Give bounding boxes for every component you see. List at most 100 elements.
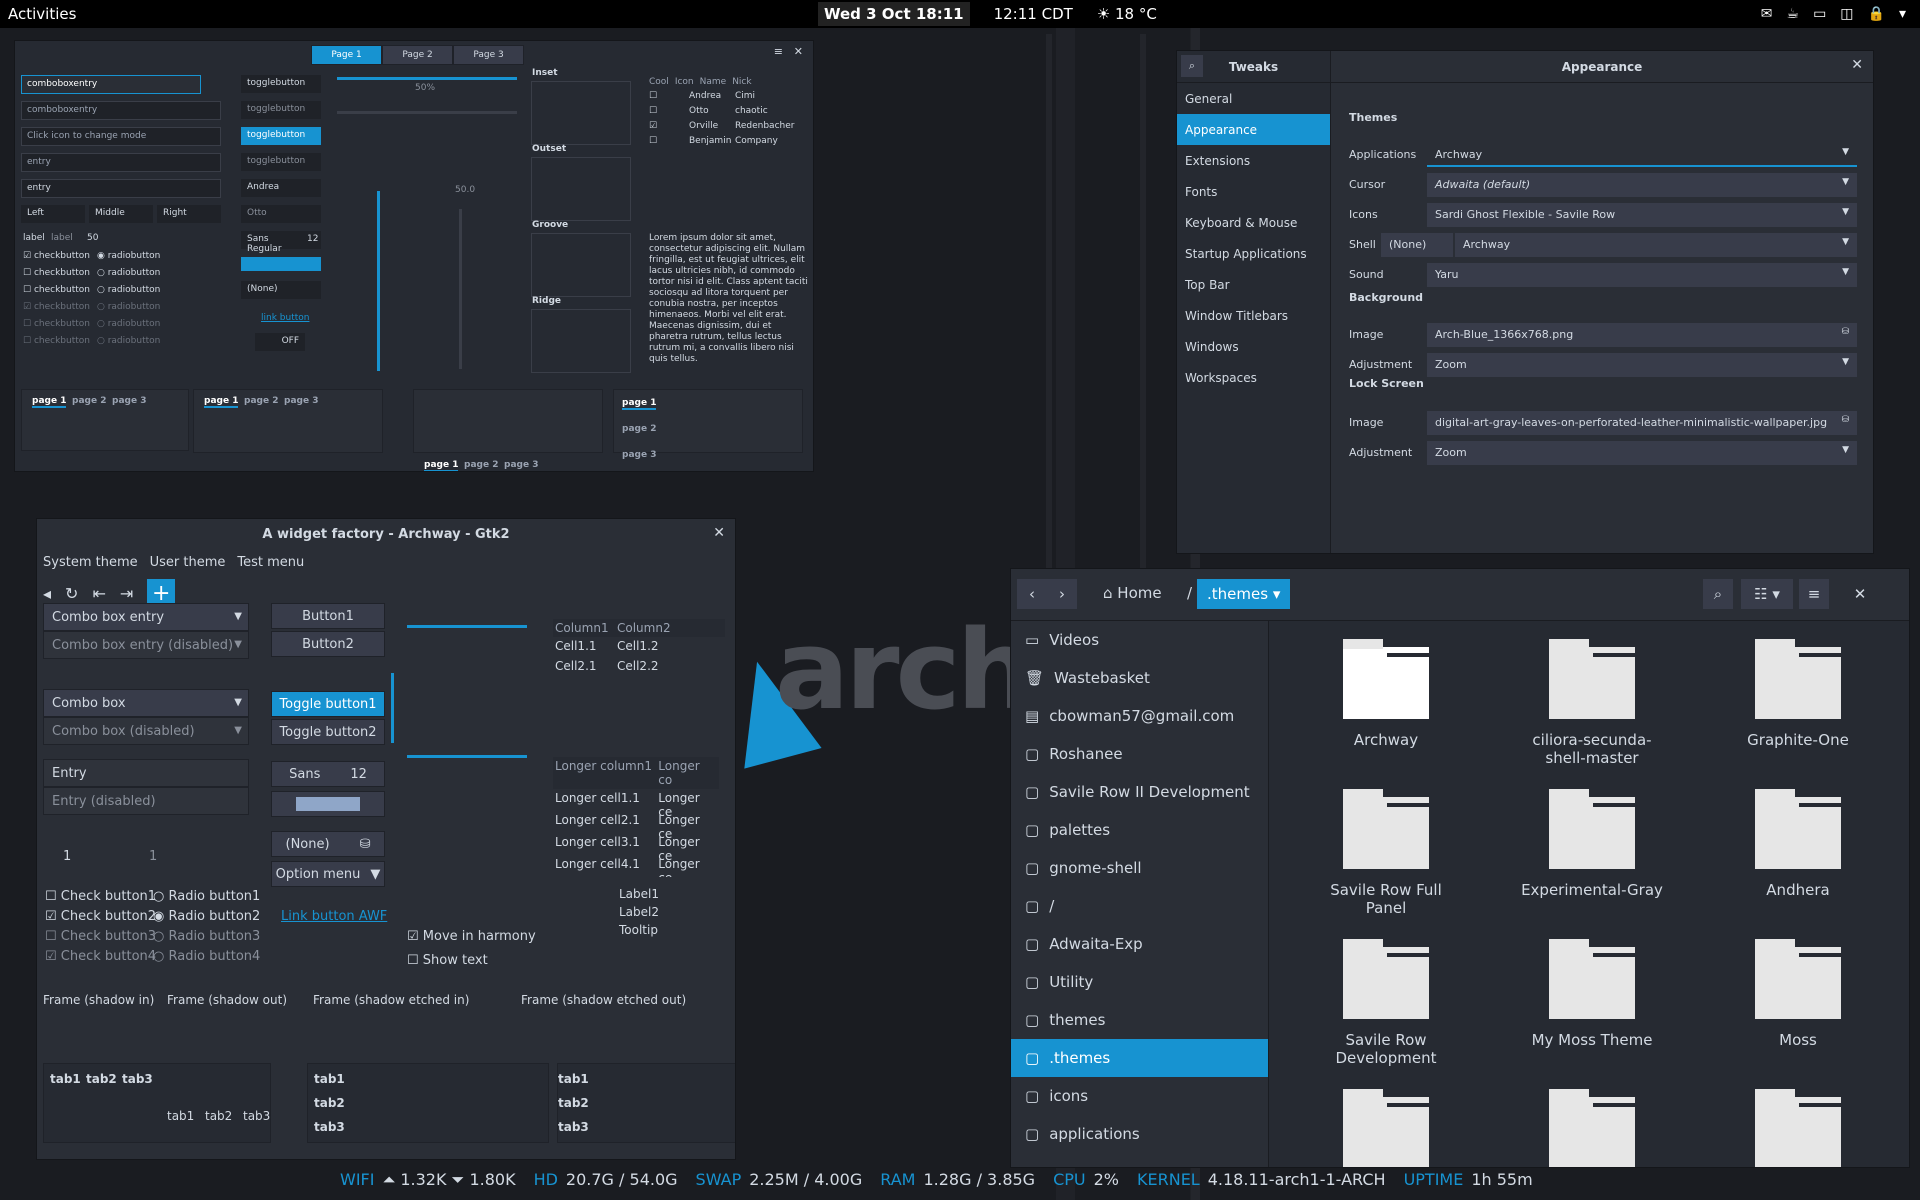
sidebar-item[interactable]: Windows — [1177, 331, 1330, 362]
close-icon[interactable]: ✕ — [713, 525, 725, 541]
combo-box[interactable]: Combo box (disabled) ▼ — [43, 717, 249, 745]
link-button[interactable]: Link button AWF — [281, 909, 387, 924]
tree-row[interactable]: ☐ Otto chaotic — [649, 106, 809, 121]
link-button[interactable]: link button — [261, 313, 309, 323]
tab[interactable]: tab3 — [243, 1109, 270, 1123]
sidebar-item[interactable]: Extensions — [1177, 145, 1330, 176]
file-chooser[interactable]: (None) — [241, 281, 321, 299]
sidebar-item[interactable]: Top Bar — [1177, 269, 1330, 300]
menu-icon[interactable]: ≡ — [1799, 579, 1829, 609]
notebook-tab[interactable]: page 2 — [72, 396, 106, 406]
shell-dropdown[interactable]: Archway ▼ — [1455, 233, 1857, 257]
scale[interactable] — [407, 625, 527, 628]
tree-row[interactable]: ☐ Benjamin Company — [649, 136, 809, 151]
treeview-2[interactable]: Longer column1 Longer co Longer cell1.1 Lon… — [553, 757, 719, 877]
vertical-scale-2[interactable] — [459, 209, 462, 369]
scale[interactable] — [337, 111, 517, 114]
vertical-scale[interactable] — [377, 191, 380, 371]
radiobutton[interactable]: ○ radiobutton — [97, 268, 160, 278]
font-size[interactable]: 12 — [301, 231, 321, 249]
place-item[interactable]: ▢ Savile Row II Development — [1011, 773, 1268, 811]
search-icon[interactable]: ⌕ — [1181, 55, 1203, 77]
first-icon[interactable]: ⇤ — [92, 584, 105, 603]
close-icon[interactable]: ✕ — [1845, 579, 1875, 609]
notebook-tab[interactable]: page 1 — [32, 396, 67, 408]
place-item[interactable]: ▭ Videos — [1011, 621, 1268, 659]
place-item[interactable]: ▢ Utility — [1011, 963, 1268, 1001]
align-middle[interactable]: Middle — [89, 205, 153, 223]
togglebutton-3[interactable]: togglebutton — [241, 127, 321, 145]
refresh-icon[interactable]: ↻ — [65, 584, 78, 603]
menu-item[interactable]: User theme — [150, 555, 226, 570]
comboboxentry-disabled[interactable]: comboboxentry — [21, 101, 221, 120]
place-item[interactable]: ▢ gnome-shell — [1011, 849, 1268, 887]
notebook-tab[interactable]: page 2 — [244, 396, 278, 406]
tab-page-3[interactable]: Page 3 — [453, 45, 524, 65]
entry-field[interactable]: Entry — [43, 759, 249, 787]
search-icon[interactable]: ⌕ — [1703, 579, 1733, 609]
activities-button[interactable]: Activities — [8, 5, 76, 23]
forward-icon[interactable]: › — [1047, 579, 1077, 609]
show-text-check[interactable]: ☐ Show text — [407, 953, 488, 968]
tab[interactable]: tab1 — [558, 1072, 735, 1086]
folder-item[interactable]: Graphite-One — [1723, 639, 1873, 749]
folder-item[interactable] — [1723, 1089, 1873, 1167]
check-button[interactable]: ☐ Check button3 — [45, 929, 156, 944]
combo-box[interactable]: Combo box entry (disabled) ▼ — [43, 631, 249, 659]
radio-button[interactable]: ○ Radio button1 — [153, 889, 260, 904]
combo-box[interactable]: Combo box ▼ — [43, 689, 249, 717]
sidebar-item[interactable]: Fonts — [1177, 176, 1330, 207]
folder-item[interactable]: Archway — [1311, 639, 1461, 749]
sidebar-item[interactable]: Appearance — [1177, 114, 1330, 145]
tree-row[interactable]: ☐ Andrea Cimi — [649, 91, 809, 106]
tray-icon[interactable]: 🔒 — [1868, 6, 1885, 22]
checkbutton[interactable]: ☑ checkbutton — [23, 251, 90, 261]
tray-icon[interactable]: ▾ — [1899, 6, 1906, 22]
checkbutton[interactable]: ☑ checkbutton — [23, 302, 90, 312]
place-item[interactable]: ▢ Roshanee — [1011, 735, 1268, 773]
radiobutton[interactable]: ○ radiobutton — [97, 319, 160, 329]
textview[interactable]: Lorem ipsum dolor sit amet, consectetur … — [649, 233, 809, 373]
check-button[interactable]: ☑ Check button2 — [45, 909, 156, 924]
combo-otto[interactable]: Otto — [241, 205, 321, 223]
notebook-tab[interactable]: page 2 — [622, 424, 656, 434]
tab-page-2[interactable]: Page 2 — [382, 45, 453, 65]
place-item[interactable]: ▢ icons — [1011, 1077, 1268, 1115]
place-item[interactable]: ▢ / — [1011, 887, 1268, 925]
notebook-tab[interactable]: page 3 — [112, 396, 146, 406]
bgadj-dropdown[interactable]: Zoom ▼ — [1427, 353, 1857, 377]
shell-extension-toggle[interactable]: (None) — [1381, 233, 1453, 257]
tab[interactable]: tab1 — [167, 1109, 194, 1123]
place-item[interactable]: ▢ palettes — [1011, 811, 1268, 849]
combo-andrea[interactable]: Andrea — [241, 179, 321, 197]
menubar[interactable]: System theme User theme Test menu — [43, 555, 304, 570]
sidebar-item[interactable]: Workspaces — [1177, 362, 1330, 393]
comboboxentry[interactable]: comboboxentry — [21, 75, 201, 94]
place-item[interactable]: 🗑 Wastebasket — [1011, 659, 1268, 697]
menu-icon[interactable]: ≡ — [774, 45, 783, 58]
radio-button[interactable]: ○ Radio button4 — [153, 949, 260, 964]
folder-item[interactable]: My Moss Theme — [1517, 939, 1667, 1049]
notebook-tab[interactable]: page 3 — [622, 450, 656, 460]
entry-clearable[interactable]: entry — [21, 179, 221, 198]
last-icon[interactable]: ⇥ — [120, 584, 133, 603]
path-current[interactable]: .themes ▾ — [1197, 579, 1291, 609]
tab[interactable]: tab3 — [314, 1120, 345, 1134]
color-button[interactable] — [241, 257, 321, 271]
sidebar-item[interactable]: Keyboard & Mouse — [1177, 207, 1330, 238]
togglebutton-2[interactable]: togglebutton — [241, 101, 321, 119]
folder-item[interactable] — [1311, 1089, 1461, 1167]
scale[interactable] — [391, 673, 394, 743]
tab-page-1[interactable]: Page 1 — [311, 45, 382, 65]
clock[interactable]: Wed 3 Oct 18:11 — [818, 2, 970, 26]
switch-off[interactable]: OFF — [255, 333, 305, 351]
folder-item[interactable] — [1517, 1089, 1667, 1167]
sidebar-item[interactable]: General — [1177, 83, 1330, 114]
close-icon[interactable]: ✕ — [794, 45, 803, 58]
place-item[interactable]: ▢ themes — [1011, 1001, 1268, 1039]
back-icon[interactable]: ‹ — [1017, 579, 1047, 609]
check-button[interactable]: ☑ Check button4 — [45, 949, 156, 964]
folder-item[interactable]: ciliora-secunda-shell-master — [1517, 639, 1667, 767]
notebook-tab[interactable]: page 1 — [424, 460, 459, 471]
button[interactable]: Button2 — [271, 631, 385, 657]
